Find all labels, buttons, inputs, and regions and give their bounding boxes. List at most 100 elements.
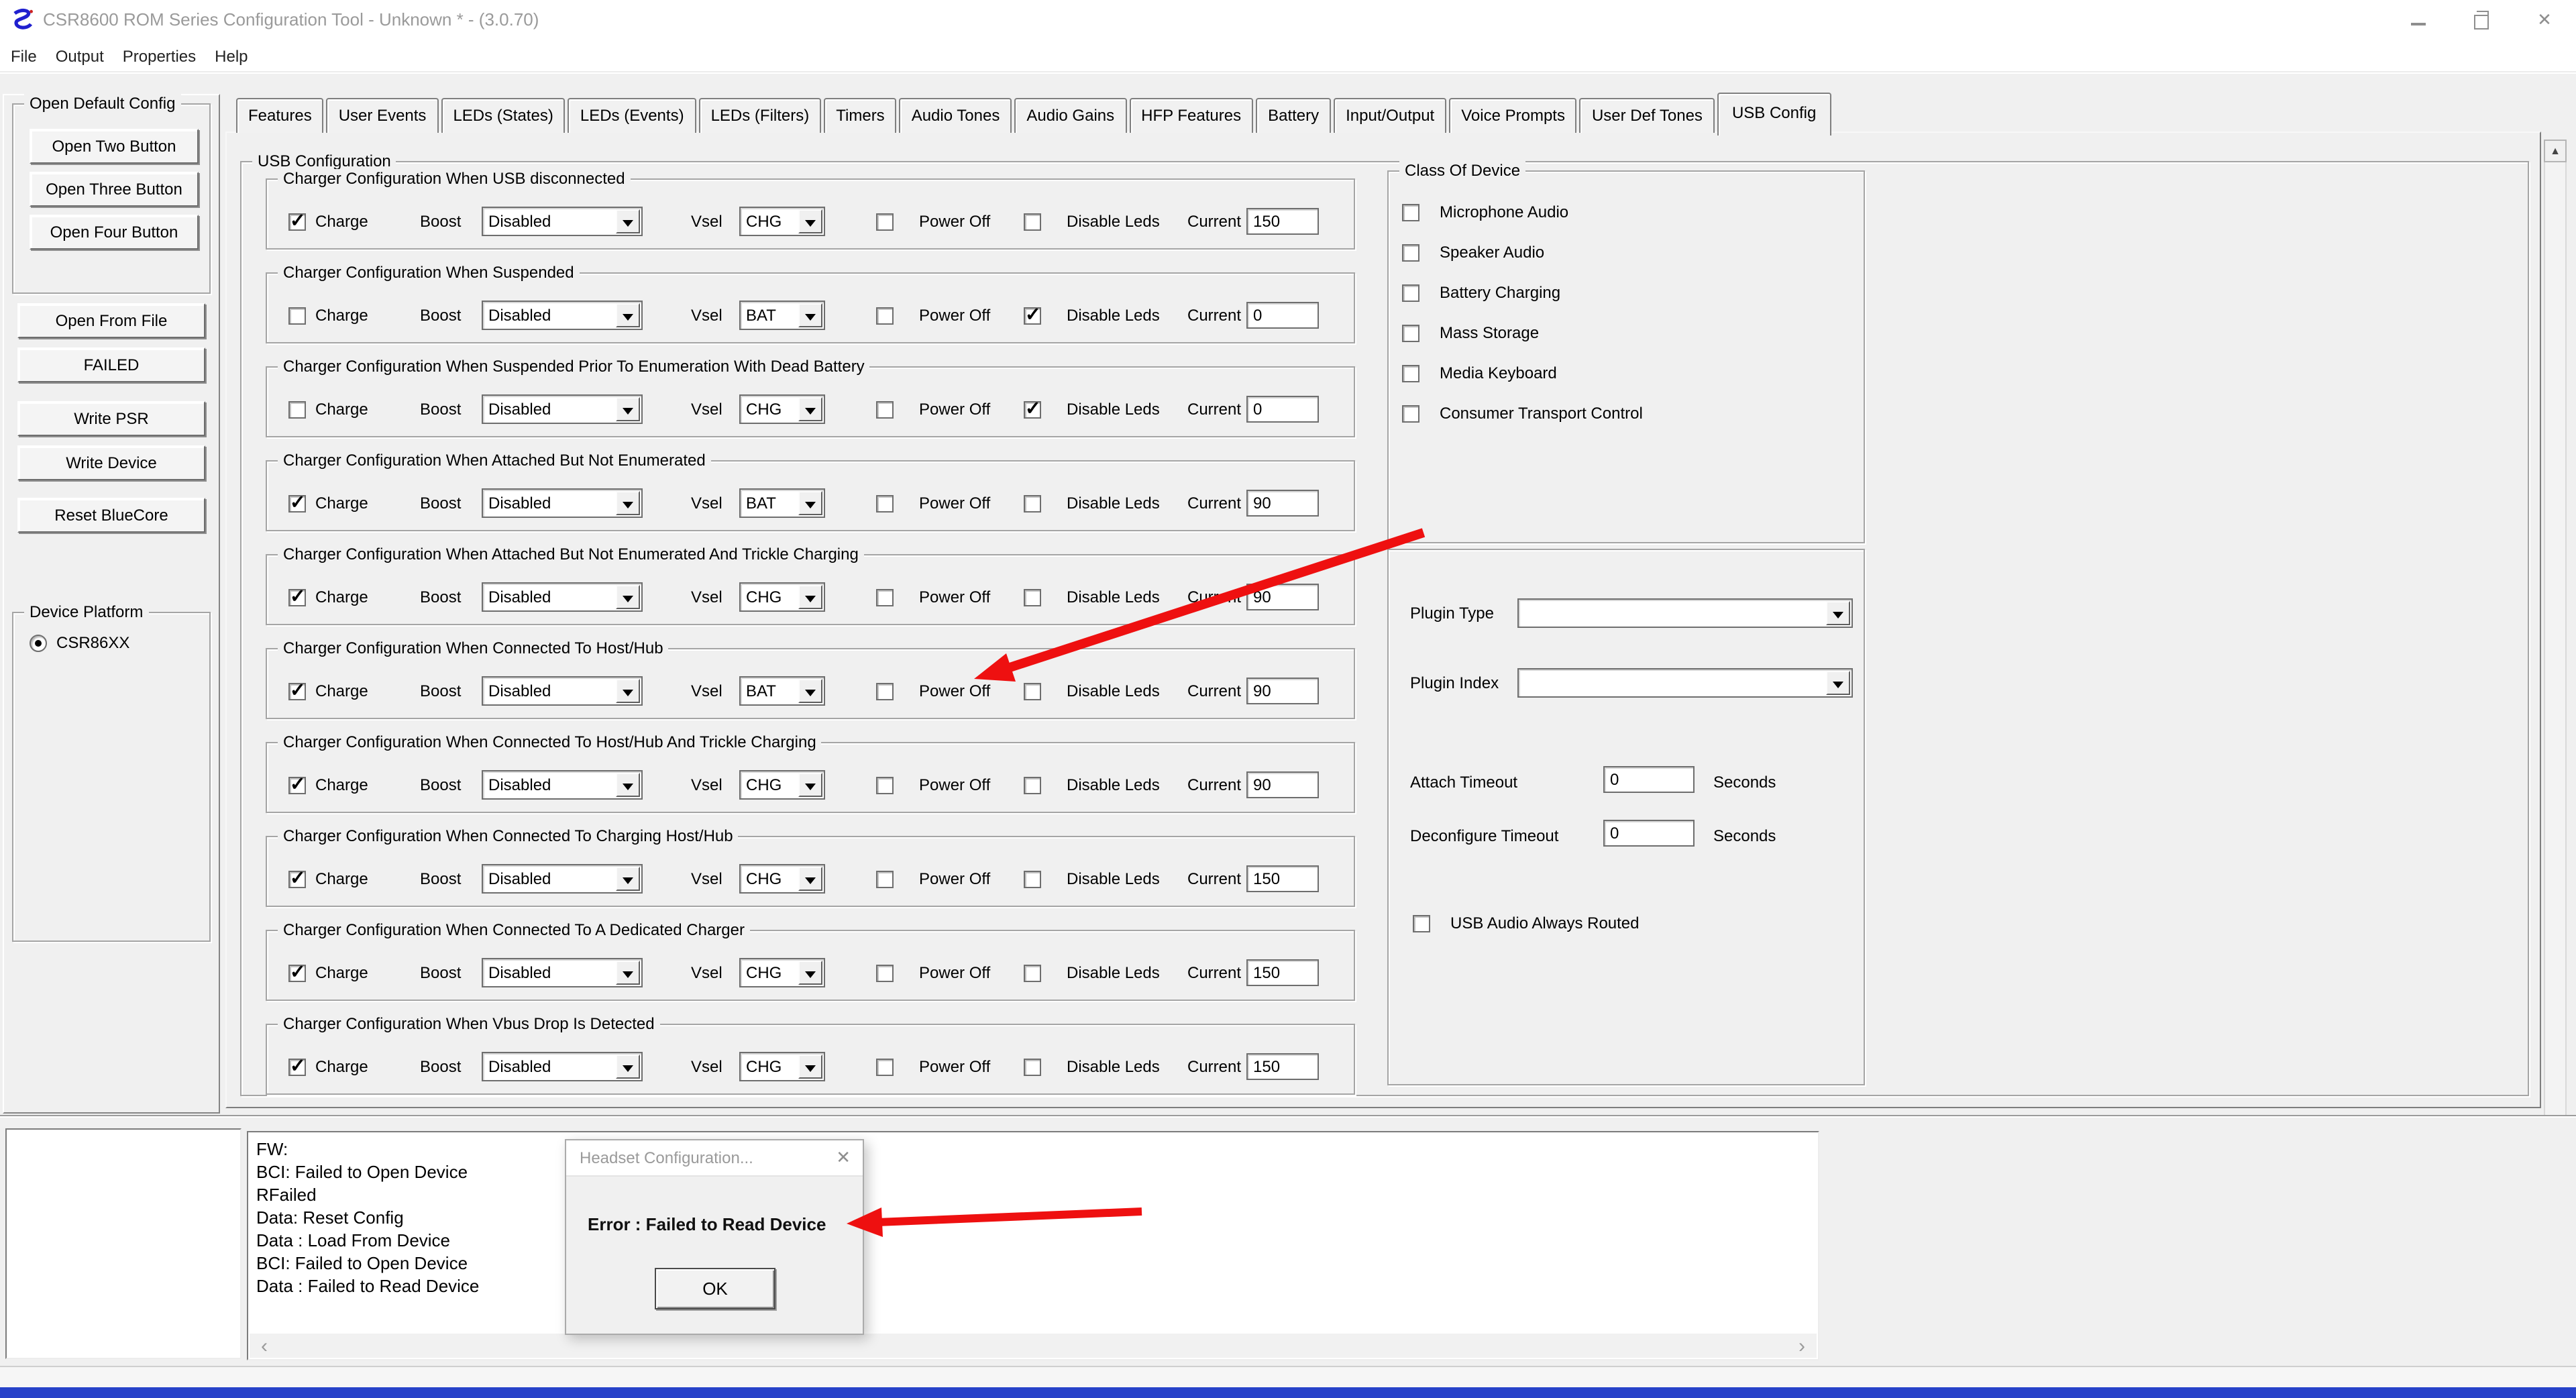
button-open-from-file[interactable]: Open From File	[17, 303, 205, 338]
usb-audio-always-routed-checkbox[interactable]	[1413, 915, 1430, 932]
power-off-checkbox[interactable]	[876, 213, 894, 231]
menu-file[interactable]: File	[11, 46, 37, 65]
dropdown-arrow-icon[interactable]	[798, 1055, 822, 1079]
charge-checkbox[interactable]	[288, 777, 306, 794]
dropdown-arrow-icon[interactable]	[798, 491, 822, 515]
menu-properties[interactable]: Properties	[123, 46, 196, 65]
minimize-button[interactable]	[2387, 0, 2450, 40]
tab-user-events[interactable]: User Events	[327, 98, 439, 133]
charge-checkbox[interactable]	[288, 307, 306, 325]
dropdown-arrow-icon[interactable]	[798, 585, 822, 609]
cod-checkbox-mass-storage[interactable]	[1402, 325, 1419, 342]
boost-dropdown[interactable]: Disabled	[482, 301, 643, 330]
scroll-right-icon[interactable]: ›	[1790, 1334, 1814, 1358]
disable-leds-checkbox[interactable]	[1024, 307, 1041, 325]
power-off-checkbox[interactable]	[876, 401, 894, 419]
power-off-checkbox[interactable]	[876, 1059, 894, 1076]
charge-checkbox[interactable]	[288, 1059, 306, 1076]
boost-dropdown[interactable]: Disabled	[482, 207, 643, 236]
cod-checkbox-media-keyboard[interactable]	[1402, 365, 1419, 382]
vsel-dropdown[interactable]: CHG	[739, 770, 825, 800]
cod-checkbox-speaker-audio[interactable]	[1402, 244, 1419, 262]
disable-leds-checkbox[interactable]	[1024, 777, 1041, 794]
charge-checkbox[interactable]	[288, 589, 306, 606]
vsel-dropdown[interactable]: CHG	[739, 958, 825, 987]
dropdown-arrow-icon[interactable]	[616, 1055, 640, 1079]
dropdown-arrow-icon[interactable]	[798, 867, 822, 891]
dropdown-arrow-icon[interactable]	[1826, 671, 1850, 695]
button-reset-bluecore[interactable]: Reset BlueCore	[17, 498, 205, 533]
disable-leds-checkbox[interactable]	[1024, 495, 1041, 513]
restore-button[interactable]	[2450, 0, 2513, 40]
current-input[interactable]	[1246, 208, 1319, 235]
deconfigure-timeout-input[interactable]	[1603, 820, 1695, 847]
button-open-four-button[interactable]: Open Four Button	[30, 215, 199, 250]
button-write-psr[interactable]: Write PSR	[17, 401, 205, 436]
plugin-index-dropdown[interactable]	[1517, 668, 1853, 698]
dropdown-arrow-icon[interactable]	[616, 679, 640, 703]
charge-checkbox[interactable]	[288, 683, 306, 700]
charge-checkbox[interactable]	[288, 213, 306, 231]
tab-leds-states-[interactable]: LEDs (States)	[441, 98, 565, 133]
power-off-checkbox[interactable]	[876, 589, 894, 606]
power-off-checkbox[interactable]	[876, 307, 894, 325]
tab-leds-filters-[interactable]: LEDs (Filters)	[699, 98, 822, 133]
dropdown-arrow-icon[interactable]	[616, 209, 640, 233]
power-off-checkbox[interactable]	[876, 495, 894, 513]
vsel-dropdown[interactable]: BAT	[739, 488, 825, 518]
tab-input-output[interactable]: Input/Output	[1334, 98, 1446, 133]
dropdown-arrow-icon[interactable]	[798, 961, 822, 985]
scroll-up-icon[interactable]: ▲	[2544, 140, 2567, 162]
disable-leds-checkbox[interactable]	[1024, 871, 1041, 888]
charge-checkbox[interactable]	[288, 871, 306, 888]
current-input[interactable]	[1246, 490, 1319, 517]
dropdown-arrow-icon[interactable]	[798, 209, 822, 233]
button-write-device[interactable]: Write Device	[17, 445, 205, 480]
vsel-dropdown[interactable]: CHG	[739, 394, 825, 424]
button-open-three-button[interactable]: Open Three Button	[30, 172, 199, 207]
disable-leds-checkbox[interactable]	[1024, 213, 1041, 231]
tab-audio-gains[interactable]: Audio Gains	[1014, 98, 1126, 133]
current-input[interactable]	[1246, 959, 1319, 986]
charge-checkbox[interactable]	[288, 401, 306, 419]
disable-leds-checkbox[interactable]	[1024, 683, 1041, 700]
dropdown-arrow-icon[interactable]	[798, 303, 822, 327]
dialog-close-icon[interactable]: ✕	[836, 1147, 851, 1169]
dialog-ok-button[interactable]: OK	[655, 1268, 775, 1309]
dropdown-arrow-icon[interactable]	[616, 397, 640, 421]
cod-checkbox-microphone-audio[interactable]	[1402, 204, 1419, 221]
tab-timers[interactable]: Timers	[824, 98, 896, 133]
plugin-type-dropdown[interactable]	[1517, 598, 1853, 628]
tab-audio-tones[interactable]: Audio Tones	[900, 98, 1012, 133]
tab-battery[interactable]: Battery	[1256, 98, 1331, 133]
cod-checkbox-consumer-transport-control[interactable]	[1402, 405, 1419, 423]
dropdown-arrow-icon[interactable]	[798, 679, 822, 703]
current-input[interactable]	[1246, 1053, 1319, 1080]
boost-dropdown[interactable]: Disabled	[482, 958, 643, 987]
current-input[interactable]	[1246, 584, 1319, 610]
cod-checkbox-battery-charging[interactable]	[1402, 284, 1419, 302]
boost-dropdown[interactable]: Disabled	[482, 582, 643, 612]
dropdown-arrow-icon[interactable]	[616, 773, 640, 797]
dropdown-arrow-icon[interactable]	[616, 491, 640, 515]
button-open-two-button[interactable]: Open Two Button	[30, 129, 199, 164]
charge-checkbox[interactable]	[288, 965, 306, 982]
disable-leds-checkbox[interactable]	[1024, 401, 1041, 419]
radio-csr86xx[interactable]	[30, 635, 47, 652]
boost-dropdown[interactable]: Disabled	[482, 488, 643, 518]
vsel-dropdown[interactable]: BAT	[739, 676, 825, 706]
menu-help[interactable]: Help	[215, 46, 248, 65]
current-input[interactable]	[1246, 865, 1319, 892]
current-input[interactable]	[1246, 678, 1319, 704]
boost-dropdown[interactable]: Disabled	[482, 1052, 643, 1081]
boost-dropdown[interactable]: Disabled	[482, 676, 643, 706]
power-off-checkbox[interactable]	[876, 777, 894, 794]
current-input[interactable]	[1246, 396, 1319, 423]
dropdown-arrow-icon[interactable]	[616, 303, 640, 327]
vsel-dropdown[interactable]: BAT	[739, 301, 825, 330]
boost-dropdown[interactable]: Disabled	[482, 864, 643, 894]
tab-leds-events-[interactable]: LEDs (Events)	[568, 98, 696, 133]
disable-leds-checkbox[interactable]	[1024, 965, 1041, 982]
boost-dropdown[interactable]: Disabled	[482, 770, 643, 800]
button-failed[interactable]: FAILED	[17, 347, 205, 382]
